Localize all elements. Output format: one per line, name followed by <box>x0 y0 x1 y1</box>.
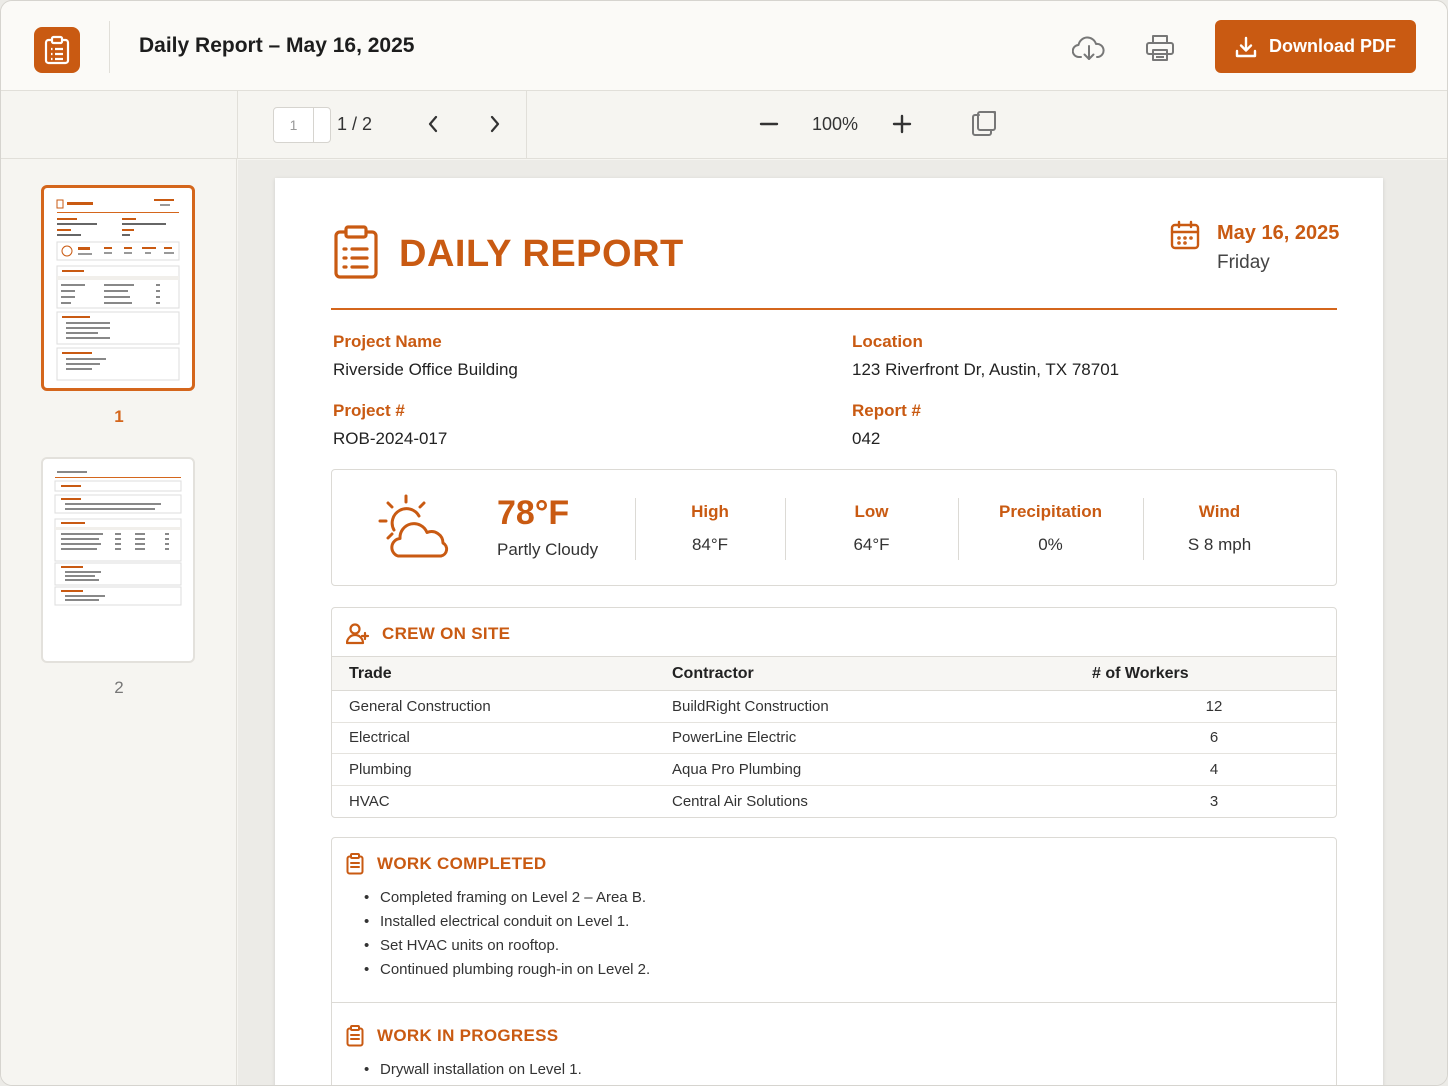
pdf-page: DAILY REPORT May 16, 2025 Friday Project… <box>275 178 1383 1085</box>
workers-cell: 3 <box>1209 792 1219 810</box>
wind-value: S 8 mph <box>1187 535 1252 554</box>
page-number-input[interactable]: 1 <box>273 107 331 143</box>
header-divider <box>109 21 110 73</box>
wind-label: Wind <box>1198 502 1241 521</box>
list-item: Set HVAC units on rooftop. <box>364 936 650 960</box>
document-viewport[interactable]: DAILY REPORT May 16, 2025 Friday Project… <box>238 160 1447 1085</box>
page-thumbnail-label: 2 <box>114 678 124 697</box>
clipboard-report-icon <box>333 224 379 285</box>
work-panel: WORK COMPLETED Completed framing on Leve… <box>331 837 1337 1085</box>
page-thumbnails-sidebar: 1 2 <box>1 159 237 1085</box>
weather-condition: Partly Cloudy <box>497 540 599 559</box>
table-row: Electrical PowerLine Electric 6 <box>332 722 1336 754</box>
table-row: Plumbing Aqua Pro Plumbing 4 <box>332 753 1336 786</box>
trade-cell: HVAC <box>349 792 390 810</box>
low-value: 64°F <box>853 535 890 554</box>
project-name-value: Riverside Office Building <box>333 360 518 379</box>
project-name-label: Project Name <box>333 332 442 351</box>
workers-cell: 6 <box>1092 722 1336 754</box>
location-label: Location <box>852 332 923 351</box>
trade-cell: General Construction <box>332 690 672 723</box>
calendar-icon <box>1170 220 1200 255</box>
page-thumbnail-2[interactable] <box>41 457 195 663</box>
page-thumbnail-preview <box>56 199 180 381</box>
report-day: Friday <box>1217 252 1270 273</box>
work-in-progress-title: WORK IN PROGRESS <box>377 1026 559 1045</box>
pdf-viewer-window: Daily Report – May 16, 2025 Download PDF… <box>0 0 1448 1086</box>
report-number-label: Report # <box>852 401 921 420</box>
clipboard-icon <box>346 853 364 880</box>
contractor-cell: Central Air Solutions <box>672 792 808 810</box>
header-bar: Daily Report – May 16, 2025 Download PDF <box>1 1 1447 91</box>
report-date: May 16, 2025 <box>1217 222 1340 244</box>
list-item: Installed electrical conduit on Level 1. <box>364 912 650 936</box>
download-pdf-button[interactable]: Download PDF <box>1215 20 1416 73</box>
crew-section-title: CREW ON SITE <box>382 624 511 643</box>
zoom-in-icon[interactable] <box>887 109 917 139</box>
contractor-cell: BuildRight Construction <box>672 690 1092 723</box>
column-header-workers: # of Workers <box>1092 656 1336 691</box>
page-count: 1 / 2 <box>337 114 373 134</box>
workers-icon <box>345 623 370 650</box>
rotate-page-icon[interactable] <box>969 109 999 139</box>
crew-table-header: Trade Contractor # of Workers <box>332 656 1336 691</box>
list-item: Completed framing on Level 2 – Area B. <box>364 888 650 912</box>
report-number-value: 042 <box>852 429 881 448</box>
workers-cell: 4 <box>1092 753 1336 786</box>
toolbar-divider <box>526 91 527 159</box>
workers-cell: 12 <box>1092 690 1336 723</box>
table-row: General Construction BuildRight Construc… <box>332 690 1336 723</box>
current-temperature: 78°F <box>497 494 570 532</box>
project-number-value: ROB-2024-017 <box>333 429 448 448</box>
high-label: High <box>691 502 729 521</box>
download-icon <box>1235 36 1257 57</box>
clipboard-logo-icon <box>34 27 80 73</box>
previous-page-icon[interactable] <box>419 110 447 138</box>
page-thumbnail-1[interactable] <box>41 185 195 391</box>
column-header-trade: Trade <box>332 656 672 691</box>
weather-low: Low 64°F <box>785 502 958 555</box>
clipboard-icon <box>346 1025 364 1052</box>
section-divider <box>332 1002 1336 1003</box>
location-value: 123 Riverfront Dr, Austin, TX 78701 <box>852 360 1120 379</box>
weather-panel: 78°F Partly Cloudy High 84°F Low 64°F Pr… <box>331 469 1337 586</box>
work-in-progress-list: Drywall installation on Level 1. <box>364 1060 582 1084</box>
viewer-toolbar <box>1 91 1447 159</box>
trade-cell: Electrical <box>332 722 672 754</box>
work-completed-title: WORK COMPLETED <box>377 854 547 873</box>
list-item: Continued plumbing rough-in on Level 2. <box>364 960 650 984</box>
print-icon[interactable] <box>1140 28 1180 68</box>
trade-cell: Plumbing <box>332 753 672 786</box>
precipitation-value: 0% <box>1038 535 1063 554</box>
partly-cloudy-icon <box>374 494 456 567</box>
contractor-cell: PowerLine Electric <box>672 722 1092 754</box>
weather-precipitation: Precipitation 0% <box>958 502 1143 555</box>
column-header-contractor: Contractor <box>672 656 1092 691</box>
low-label: Low <box>854 502 889 521</box>
page-thumbnail-label: 1 <box>114 407 124 426</box>
contractor-cell: Aqua Pro Plumbing <box>672 753 1092 786</box>
work-completed-list: Completed framing on Level 2 – Area B. I… <box>364 888 650 984</box>
next-page-icon[interactable] <box>481 110 509 138</box>
project-number-label: Project # <box>333 401 405 420</box>
download-pdf-label: Download PDF <box>1269 36 1396 56</box>
weather-wind: Wind S 8 mph <box>1143 502 1296 555</box>
precipitation-label: Precipitation <box>999 502 1102 521</box>
header-rule <box>331 308 1337 310</box>
list-item: Drywall installation on Level 1. <box>364 1060 582 1084</box>
page-number-value[interactable]: 1 <box>274 108 314 142</box>
high-value: 84°F <box>691 535 729 554</box>
crew-on-site-panel: CREW ON SITE Trade Contractor # of Worke… <box>331 607 1337 818</box>
toolbar-divider <box>237 91 238 159</box>
report-title: DAILY REPORT <box>399 233 684 275</box>
zoom-out-icon[interactable] <box>754 109 784 139</box>
page-thumbnail-preview <box>54 471 182 606</box>
weather-high: High 84°F <box>635 502 785 555</box>
table-row: HVAC Central Air Solutions 3 <box>332 785 1336 817</box>
document-title: Daily Report – May 16, 2025 <box>139 34 415 57</box>
crew-table: Trade Contractor # of Workers General Co… <box>332 656 1336 817</box>
cloud-download-icon[interactable] <box>1069 28 1109 68</box>
zoom-level: 100% <box>811 114 859 134</box>
